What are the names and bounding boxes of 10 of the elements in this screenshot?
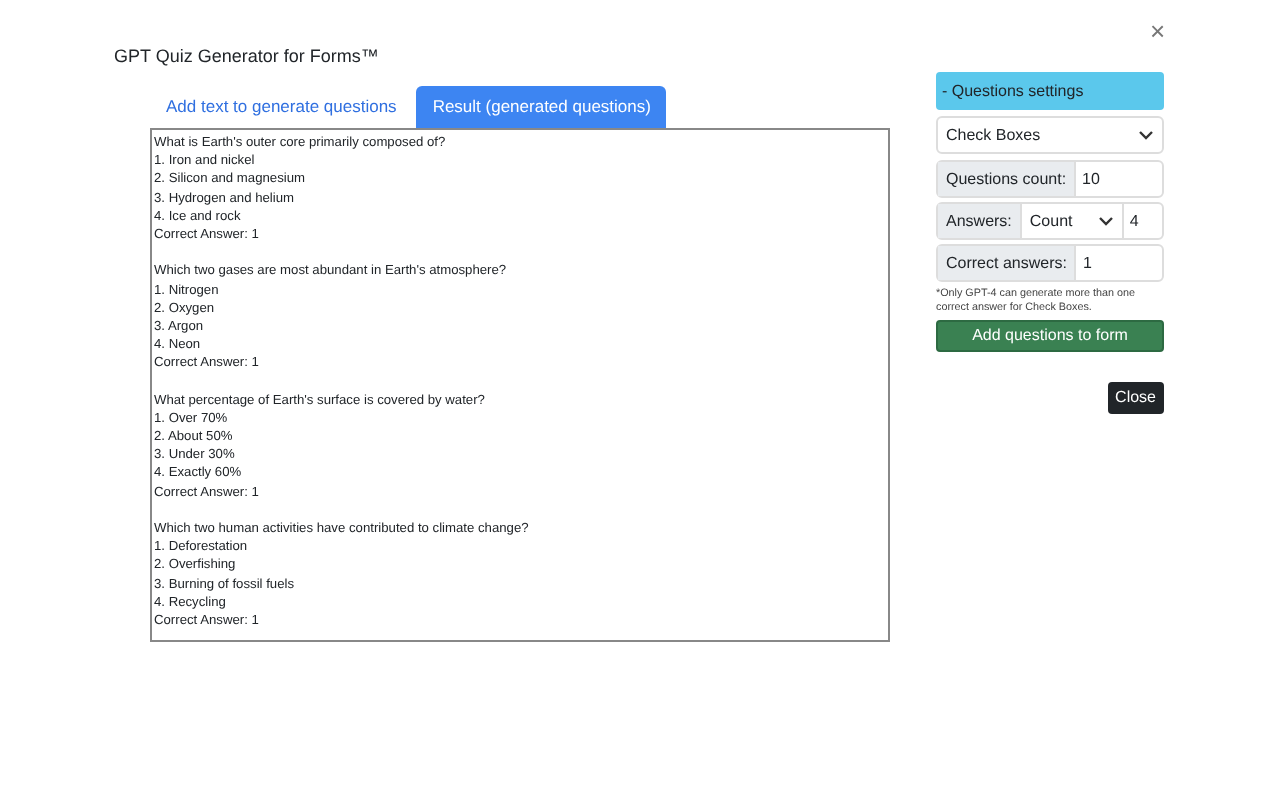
chevron-down-icon (1138, 130, 1154, 140)
tab[interactable]: Result (generated questions) (416, 86, 667, 128)
tab[interactable]: Add text to generate questions (150, 86, 413, 128)
close-button[interactable]: Close (1107, 382, 1164, 414)
add-questions-button[interactable]: Add questions to form (936, 320, 1164, 352)
dialog-title: GPT Quiz Generator for Forms™ (114, 44, 379, 68)
type-select[interactable]: Check Boxes (936, 116, 1164, 154)
close-icon[interactable]: × (1150, 18, 1166, 44)
result-textarea[interactable] (150, 128, 890, 642)
settings-header[interactable]: - Questions settings (936, 72, 1164, 110)
